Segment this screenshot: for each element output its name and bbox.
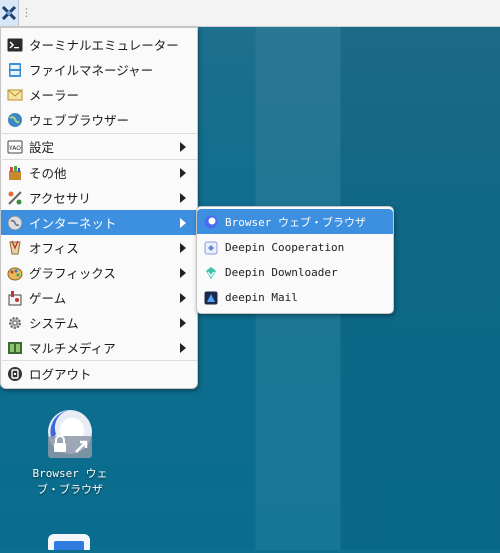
menu-item-logout[interactable]: ログアウト xyxy=(1,361,197,386)
menu-item-label: その他 xyxy=(29,166,67,181)
menu-item-games[interactable]: ゲーム xyxy=(1,285,197,310)
browser-icon xyxy=(48,410,92,458)
mail-icon xyxy=(7,87,23,103)
submenu-arrow-icon xyxy=(180,267,186,278)
taskbar: ⋮ xyxy=(0,0,500,27)
internet-icon xyxy=(7,215,23,231)
desktop-icon-label: Browser ウェ ブ・ブラウザ xyxy=(28,466,112,498)
logout-icon xyxy=(7,366,23,382)
browser-icon xyxy=(204,215,218,229)
games-icon xyxy=(7,290,23,306)
cooperation-icon xyxy=(204,241,218,255)
menu-item-label: ウェブブラウザー xyxy=(29,113,130,128)
application-menu: ターミナルエミュレーター ファイルマネージャー メーラー ウェブブラウザー YA… xyxy=(0,27,198,389)
menu-item-label: 設定 xyxy=(29,140,55,155)
menu-item-other[interactable]: その他 xyxy=(1,160,197,185)
svg-text:YAO: YAO xyxy=(8,145,21,152)
menu-item-label: ゲーム xyxy=(29,291,67,306)
submenu-item-label: Deepin Downloader xyxy=(225,266,338,279)
menu-item-label: オフィス xyxy=(29,241,79,256)
submenu-item-deepin-cooperation[interactable]: Deepin Cooperation xyxy=(197,235,393,260)
submenu-arrow-icon xyxy=(180,317,186,328)
menu-item-label: メーラー xyxy=(29,88,80,103)
file-manager-icon xyxy=(7,62,23,78)
submenu-item-label: Browser ウェブ・ブラウザ xyxy=(225,215,366,229)
submenu-arrow-icon xyxy=(180,141,186,152)
menu-item-file-manager[interactable]: ファイルマネージャー xyxy=(1,57,197,82)
desktop-icon-label-line: Browser ウェ xyxy=(32,467,108,480)
menu-item-web-browser[interactable]: ウェブブラウザー xyxy=(1,107,197,132)
submenu-arrow-icon xyxy=(180,167,186,178)
menu-item-label: システム xyxy=(29,316,79,331)
menu-item-label: インターネット xyxy=(29,216,117,231)
menu-item-label: ファイルマネージャー xyxy=(29,63,154,78)
submenu-arrow-icon xyxy=(180,242,186,253)
accessories-icon xyxy=(7,190,23,206)
menu-item-office[interactable]: オフィス xyxy=(1,235,197,260)
menu-item-graphics[interactable]: グラフィックス xyxy=(1,260,197,285)
multimedia-icon xyxy=(7,340,23,356)
submenu-arrow-icon xyxy=(180,192,186,203)
other-icon xyxy=(7,165,23,181)
submenu-item-label: deepin Mail xyxy=(225,291,298,304)
deepin-mail-icon xyxy=(204,291,218,305)
menu-item-multimedia[interactable]: マルチメディア xyxy=(1,335,197,360)
menu-item-system[interactable]: システム xyxy=(1,310,197,335)
menu-item-label: グラフィックス xyxy=(29,266,116,281)
internet-submenu: Browser ウェブ・ブラウザ Deepin Cooperation Deep… xyxy=(196,206,394,314)
system-icon xyxy=(7,315,23,331)
menu-item-accessories[interactable]: アクセサリ xyxy=(1,185,197,210)
submenu-arrow-icon xyxy=(180,292,186,303)
submenu-item-label: Deepin Cooperation xyxy=(225,241,345,254)
desktop-icon-label-line: ブ・ブラウザ xyxy=(37,483,103,496)
office-icon xyxy=(7,240,23,256)
menu-item-terminal[interactable]: ターミナルエミュレーター xyxy=(1,32,197,57)
menu-item-label: アクセサリ xyxy=(29,191,91,206)
submenu-item-deepin-downloader[interactable]: Deepin Downloader xyxy=(197,260,393,285)
menu-item-mailer[interactable]: メーラー xyxy=(1,82,197,107)
terminal-icon xyxy=(7,37,23,53)
desktop-icon-browser[interactable]: Browser ウェ ブ・ブラウザ xyxy=(28,410,112,498)
settings-icon: YAO xyxy=(7,139,23,155)
start-menu-button[interactable] xyxy=(0,0,19,26)
submenu-arrow-icon xyxy=(180,342,186,353)
submenu-arrow-icon xyxy=(180,217,186,228)
menu-item-settings[interactable]: YAO 設定 xyxy=(1,134,197,159)
menu-item-label: ログアウト xyxy=(29,367,92,382)
submenu-item-deepin-mail[interactable]: deepin Mail xyxy=(197,285,393,310)
submenu-item-browser[interactable]: Browser ウェブ・ブラウザ xyxy=(197,209,393,234)
web-browser-icon xyxy=(7,112,23,128)
downloader-icon xyxy=(204,266,218,280)
menu-item-label: ターミナルエミュレーター xyxy=(29,38,179,53)
graphics-icon xyxy=(7,265,23,281)
menu-item-internet[interactable]: インターネット xyxy=(1,210,197,235)
app-icon xyxy=(48,534,90,553)
taskbar-separator: ⋮ xyxy=(21,6,32,19)
desktop-icon-partial[interactable] xyxy=(48,532,90,553)
start-menu-icon xyxy=(2,6,16,20)
menu-item-label: マルチメディア xyxy=(29,341,116,356)
